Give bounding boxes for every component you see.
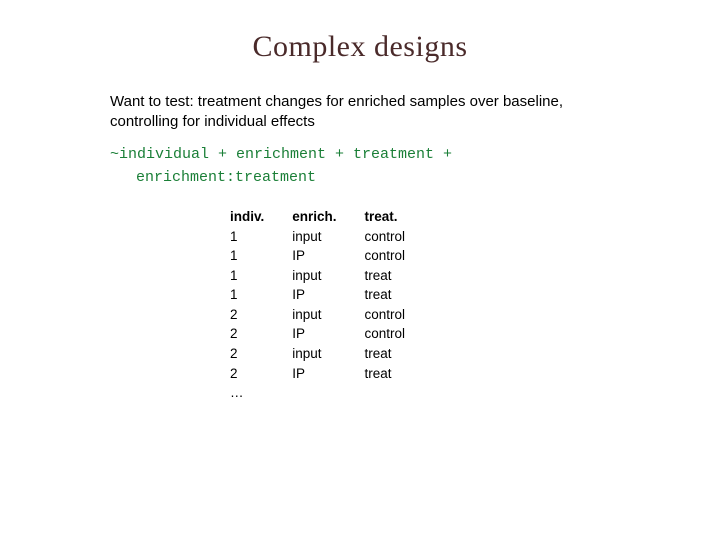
design-formula: ~individual + enrichment + treatment + e… xyxy=(110,143,610,190)
table-cell: treat xyxy=(365,364,434,384)
col-header-treat: treat. xyxy=(365,207,434,227)
table-cell: IP xyxy=(292,324,364,344)
table-cell xyxy=(292,383,364,403)
table-cell xyxy=(365,383,434,403)
table-row: 2inputcontrol xyxy=(230,305,433,325)
table-cell: input xyxy=(292,227,364,247)
table-row: 2inputtreat xyxy=(230,344,433,364)
col-header-enrich: enrich. xyxy=(292,207,364,227)
table-row: 1inputtreat xyxy=(230,266,433,286)
table-row: 1inputcontrol xyxy=(230,227,433,247)
table-row: 2IPtreat xyxy=(230,364,433,384)
table-cell: 2 xyxy=(230,344,292,364)
table-cell: IP xyxy=(292,246,364,266)
table-body: 1inputcontrol1IPcontrol1inputtreat1IPtre… xyxy=(230,227,433,403)
col-header-indiv: indiv. xyxy=(230,207,292,227)
table-cell: 2 xyxy=(230,305,292,325)
table-cell: control xyxy=(365,227,434,247)
formula-line-1: ~individual + enrichment + treatment + xyxy=(110,143,610,166)
slide-title: Complex designs xyxy=(0,30,720,64)
table-row: 1IPcontrol xyxy=(230,246,433,266)
table-cell: treat xyxy=(365,344,434,364)
table-cell: 1 xyxy=(230,227,292,247)
table-cell: input xyxy=(292,344,364,364)
table-cell: treat xyxy=(365,285,434,305)
table-cell: 1 xyxy=(230,266,292,286)
table-cell: IP xyxy=(292,285,364,305)
table-header-row: indiv. enrich. treat. xyxy=(230,207,433,227)
formula-line-2: enrichment:treatment xyxy=(110,166,610,189)
table-row: 2IPcontrol xyxy=(230,324,433,344)
table-cell: 2 xyxy=(230,364,292,384)
description-text: Want to test: treatment changes for enri… xyxy=(110,92,610,133)
table-cell: 1 xyxy=(230,285,292,305)
table-cell: IP xyxy=(292,364,364,384)
table-cell: treat xyxy=(365,266,434,286)
design-table-wrap: indiv. enrich. treat. 1inputcontrol1IPco… xyxy=(230,207,610,403)
table-cell: input xyxy=(292,266,364,286)
table-cell: … xyxy=(230,383,292,403)
design-table: indiv. enrich. treat. 1inputcontrol1IPco… xyxy=(230,207,433,403)
table-cell: control xyxy=(365,324,434,344)
slide-body: Want to test: treatment changes for enri… xyxy=(110,92,610,403)
table-cell: control xyxy=(365,246,434,266)
table-cell: 2 xyxy=(230,324,292,344)
table-row: … xyxy=(230,383,433,403)
table-cell: control xyxy=(365,305,434,325)
table-cell: input xyxy=(292,305,364,325)
table-cell: 1 xyxy=(230,246,292,266)
table-row: 1IPtreat xyxy=(230,285,433,305)
